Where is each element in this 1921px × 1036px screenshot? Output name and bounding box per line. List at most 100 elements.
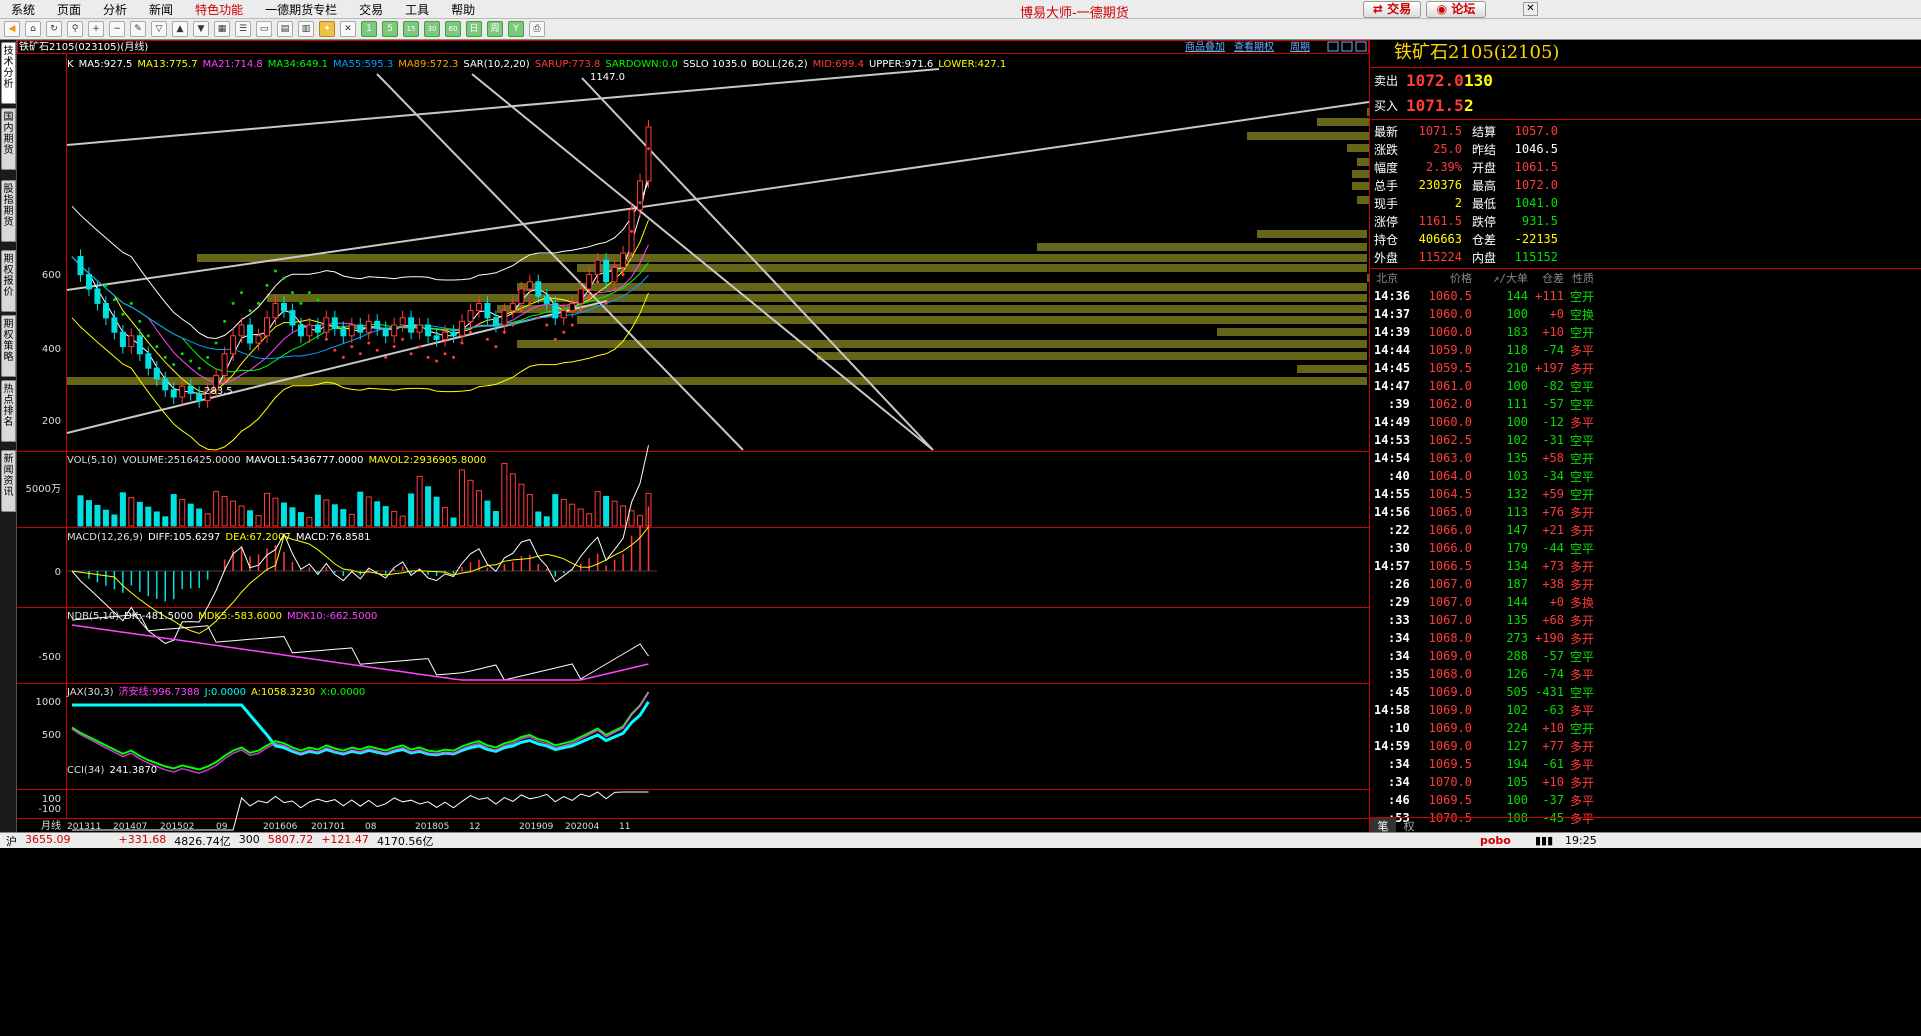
pin-icon[interactable]: ✎ [130, 21, 146, 37]
candle-body [391, 324, 398, 337]
tick-row: :26 1067.0 187 +38 多开 [1388, 577, 1594, 592]
menu-item[interactable]: 页面 [46, 1, 92, 18]
status-item: 4170.56亿 [376, 834, 434, 848]
period-15-button[interactable]: 15 [403, 21, 419, 37]
legend-item: 济安线:996.7388 [119, 685, 200, 698]
custom-period-icon[interactable]: Y [508, 21, 524, 37]
status-item: 300 [238, 832, 260, 846]
sar-dot [579, 309, 583, 313]
legend-item: SARDOWN:0.0 [605, 59, 678, 70]
menu-item[interactable]: 工具 [394, 1, 440, 18]
sar-dot [273, 269, 277, 273]
menu-item[interactable]: 特色功能 [184, 1, 254, 18]
tick-list[interactable]: 14:36 1060.5 144 +111 空开 14:37 1060.0 100 +0 空换 14… [1370, 287, 1921, 827]
x-tick-label: 11 [619, 822, 630, 832]
period-week-button[interactable]: 周 [487, 21, 503, 37]
period-5-button[interactable]: 5 [382, 21, 398, 37]
legend-item: SAR(10,2,20) [463, 59, 529, 70]
ndb-chart [71, 613, 649, 681]
forum-button[interactable]: ◉ 论坛 [1426, 1, 1486, 18]
x-tick-label: 201502 [160, 822, 194, 832]
side-tab[interactable]: 国内期货 [1, 108, 16, 170]
tick-row: :34 1069.0 288 -57 空平 [1388, 649, 1594, 664]
volume-bar [637, 515, 644, 527]
panel-controls[interactable] [1327, 41, 1367, 52]
zoom-in-icon[interactable]: + [88, 21, 104, 37]
period-day-button[interactable]: 日 [466, 21, 482, 37]
cross-icon[interactable]: ✕ [340, 21, 356, 37]
menu-item[interactable]: 系统 [0, 1, 46, 18]
window-icon[interactable]: ▭ [256, 21, 272, 37]
legend-item: UPPER:971.6 [869, 59, 933, 70]
menu-item[interactable]: 一德期货专栏 [254, 1, 348, 18]
volume-bars [77, 462, 652, 527]
calc-icon[interactable]: ✦ [319, 21, 335, 37]
ask-price: 1072.0 [1406, 71, 1464, 90]
x-tick-label: 201909 [519, 822, 554, 832]
tick-row: :10 1069.0 224 +10 空开 [1388, 721, 1594, 736]
brand-logo: pobo [1480, 834, 1511, 847]
volume-bar [323, 499, 330, 527]
sar-dot [528, 301, 532, 305]
tick-row: 14:58 1069.0 102 -63 多平 [1374, 703, 1594, 718]
legend-item: CCI(34) [67, 765, 105, 776]
options-link[interactable]: 查看期权 [1234, 40, 1274, 53]
close-window-button[interactable]: ✕ [1523, 2, 1538, 16]
down-icon[interactable]: ▼ [193, 21, 209, 37]
volume-profile-bar [497, 305, 1367, 313]
period-30-button[interactable]: 30 [424, 21, 440, 37]
back-arrow-icon[interactable]: ◀ [4, 21, 20, 37]
list-icon[interactable]: ☰ [235, 21, 251, 37]
candle-body [475, 302, 482, 312]
side-tab[interactable]: 期权报价 [1, 250, 16, 312]
period-link[interactable]: 周期 [1290, 41, 1310, 53]
quote-row: 最新 1071.5 结算 1057.0 [1374, 124, 1558, 139]
period-1-button[interactable]: 1 [361, 21, 377, 37]
filter-icon[interactable]: ▽ [151, 21, 167, 37]
search-icon[interactable]: ⚲ [67, 21, 83, 37]
sar-dot [180, 352, 184, 356]
overlay-link[interactable]: 商品叠加 [1185, 40, 1225, 53]
candle-body [620, 252, 627, 268]
menu-item[interactable]: 帮助 [440, 1, 486, 18]
side-tab[interactable]: 新闻资讯 [1, 450, 16, 512]
side-tab[interactable]: 热点排名 [1, 380, 16, 442]
candle-body [264, 317, 270, 337]
status-item: +331.68 [118, 832, 167, 846]
trade-button[interactable]: ⇄ 交易 [1363, 1, 1421, 18]
volume-bar [467, 479, 474, 527]
sar-dot [460, 341, 464, 345]
candle-body [577, 288, 584, 304]
tab-rights[interactable]: 权 [1396, 818, 1422, 833]
candle-body [289, 310, 296, 326]
menu-item[interactable]: 分析 [92, 1, 138, 18]
quote-row: 涨跌 25.0 昨结 1046.5 [1374, 142, 1558, 157]
volume-bar [365, 496, 372, 527]
period-label: 月线 [41, 819, 61, 832]
candle-body [145, 353, 152, 369]
side-tab[interactable]: 股指期货 [1, 180, 16, 242]
refresh-icon[interactable]: ↻ [46, 21, 62, 37]
chart-type-icon[interactable]: ▥ [298, 21, 314, 37]
export-icon[interactable]: ⎙ [529, 21, 545, 37]
candle-body [509, 302, 516, 312]
up-icon[interactable]: ▲ [172, 21, 188, 37]
kline-chart[interactable]: 铁矿石2105(023105)(月线) 商品叠加 查看期权 周期 K MA5:92… [17, 40, 1387, 832]
candle-body [543, 295, 550, 304]
zoom-out-icon[interactable]: − [109, 21, 125, 37]
legend-item: DEA:67.2007 [225, 532, 290, 543]
menu-item[interactable]: 交易 [348, 1, 394, 18]
grid-icon[interactable]: ▦ [214, 21, 230, 37]
tab-trades[interactable]: 笔 [1370, 818, 1396, 833]
legend-item: MA5:927.5 [79, 59, 133, 70]
period-60-button[interactable]: 60 [445, 21, 461, 37]
volume-bar [102, 509, 109, 527]
side-tab[interactable]: 技术分析 [1, 42, 16, 104]
volume-bar [552, 494, 559, 527]
home-icon[interactable]: ⌂ [25, 21, 41, 37]
chart-symbol-title: 铁矿石2105(023105)(月线) [19, 40, 148, 53]
table-icon[interactable]: ▤ [277, 21, 293, 37]
sar-dot [384, 355, 388, 359]
menu-item[interactable]: 新闻 [138, 1, 184, 18]
side-tab[interactable]: 期权策略 [1, 315, 16, 377]
